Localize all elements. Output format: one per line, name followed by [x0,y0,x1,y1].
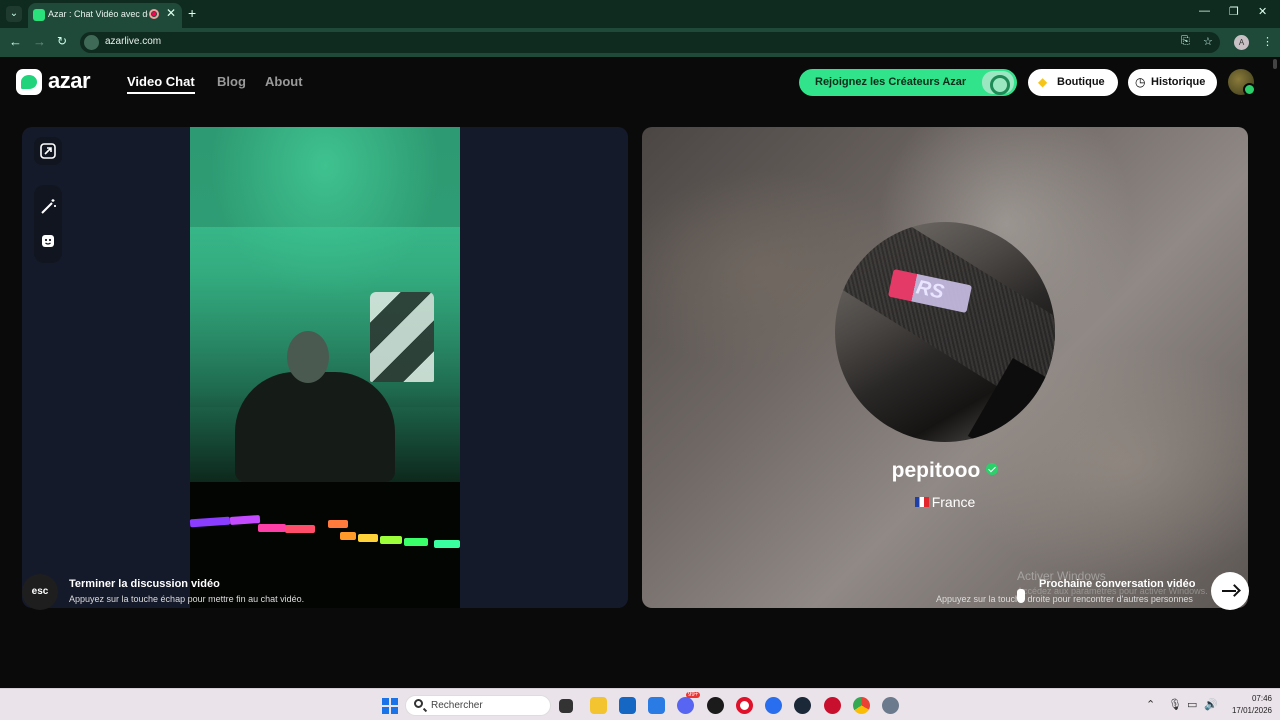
sync-app-icon[interactable] [765,697,782,714]
azar-favicon-icon [33,9,45,21]
taskbar-search-placeholder: Rechercher [431,700,483,711]
next-chat-arrow-button[interactable] [1211,572,1249,610]
rs-logo-text: RS [914,276,946,304]
join-creators-button[interactable]: Rejoignez les Créateurs Azar [799,69,1017,96]
person-head [287,331,329,383]
end-chat-esc-button[interactable]: esc [22,574,58,610]
microphone-icon[interactable]: 🎙 [1168,698,1182,711]
user-avatar[interactable] [1228,69,1256,96]
outlook-icon[interactable] [648,697,665,714]
france-flag-icon [914,497,929,508]
discord-badge: 99+ [686,692,701,698]
discord-icon[interactable]: 99+ [677,692,701,714]
expand-video-button[interactable] [34,137,62,165]
bookmark-star-icon[interactable]: ☆ [1203,35,1213,48]
clock-icon: ◷ [1135,75,1146,89]
history-button[interactable]: ◷ Historique [1128,69,1217,96]
person-body [235,372,395,482]
store-icon[interactable] [619,697,636,714]
azar-page: azar Video Chat Blog About Rejoignez les… [0,57,1280,688]
azar-logo-text[interactable]: azar [48,68,91,94]
volume-icon[interactable]: 🔊 [1204,698,1218,711]
taskbar-search-box[interactable]: Rechercher [405,695,551,716]
clock-time: 07:46 [1251,694,1272,703]
shop-button[interactable]: ◆ Boutique [1028,69,1118,96]
partner-name: pepitooo [891,459,981,482]
close-tab-icon[interactable]: ✕ [166,6,176,20]
task-view-icon[interactable] [559,699,573,713]
partner-name-row: pepitooo [642,459,1248,483]
mask-effect-button[interactable] [34,227,62,255]
rgb-keyboard [189,512,460,552]
face-mask-icon [42,235,54,247]
beauty-effect-button[interactable] [34,193,62,221]
browser-profile-avatar[interactable]: A [1234,35,1249,50]
reload-button[interactable]: ↻ [57,34,67,48]
join-creators-label: Rejoignez les Créateurs Azar [815,76,967,88]
network-icon[interactable]: ▭ [1187,698,1197,711]
tab-search-dropdown[interactable]: ⌄ [6,6,22,22]
local-video-panel [22,127,628,608]
creators-illustration-icon [982,71,1014,95]
remote-video-panel: RS pepitooo France [642,127,1248,608]
tray-overflow-icon[interactable]: ⌃ [1146,698,1155,711]
local-camera-feed [189,127,460,608]
browser-menu-icon[interactable]: ⋮ [1262,35,1273,48]
browser-toolbar: ← → ↻ azarlive.com ⎘ ☆ A ⋮ [0,28,1280,57]
end-chat-hint: Appuyez sur la touche échap pour mettre … [69,594,305,604]
diamond-icon: ◆ [1038,75,1048,89]
verified-badge-icon [986,463,999,476]
page-scrollbar[interactable] [1273,59,1277,69]
media-app-icon[interactable] [707,697,724,714]
partner-country-row: France [642,494,1248,510]
recording-icon [149,9,159,19]
azar-logo-icon[interactable] [16,69,42,95]
address-bar[interactable]: azarlive.com [80,32,1220,53]
windows-taskbar: Rechercher 99+ ⌃ 🎙 ▭ 🔊 07:46 17/01/2026 [0,688,1280,720]
new-tab-button[interactable]: + [188,5,196,21]
taskbar-clock[interactable]: 07:46 17/01/2026 [1224,693,1272,717]
opera-icon[interactable] [736,697,753,714]
nav-about[interactable]: About [265,74,303,89]
windows-start-icon[interactable] [382,698,398,714]
shop-label: Boutique [1057,76,1105,88]
minimize-window-button[interactable]: — [1199,5,1210,17]
clock-date: 17/01/2026 [1231,706,1272,715]
partner-profile-photo: RS [835,222,1055,442]
close-window-button[interactable]: ✕ [1258,5,1267,18]
next-chat-title: Prochaine conversation vidéo [1039,578,1196,590]
install-app-icon[interactable]: ⎘ [1181,35,1190,48]
back-button[interactable]: ← [9,34,22,49]
browser-tab-active[interactable]: Azar : Chat Vidéo avec de n ✕ [28,3,182,28]
steam-icon[interactable] [794,697,811,714]
forward-button[interactable]: → [33,34,46,49]
hanging-jersey [370,292,434,382]
next-chat-hint: Appuyez sur la touche droite pour rencon… [936,594,1193,604]
maximize-window-button[interactable]: ❐ [1229,5,1239,18]
game-launcher-icon[interactable] [824,697,841,714]
mouse-cursor-icon [1017,589,1025,603]
chrome-icon[interactable] [853,697,870,714]
tab-title: Azar : Chat Vidéo avec de n [48,9,148,19]
file-explorer-icon[interactable] [590,697,607,714]
effects-toolbar [34,185,62,263]
nav-video-chat[interactable]: Video Chat [127,74,195,94]
expand-icon [40,143,56,159]
address-url: azarlive.com [105,36,162,47]
end-chat-title: Terminer la discussion vidéo [69,578,220,590]
nav-blog[interactable]: Blog [217,74,246,89]
settings-gear-icon[interactable] [882,697,899,714]
magic-wand-icon [41,199,56,214]
site-info-icon[interactable] [84,35,99,50]
history-label: Historique [1151,76,1206,88]
browser-tab-strip: ⌄ Azar : Chat Vidéo avec de n ✕ + — ❐ ✕ [0,0,1280,28]
partner-country: France [931,494,976,510]
search-icon [414,699,423,708]
